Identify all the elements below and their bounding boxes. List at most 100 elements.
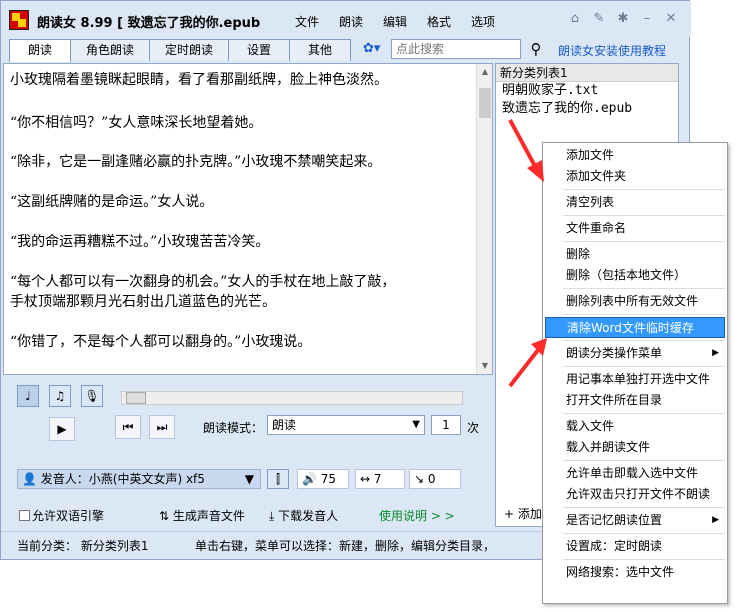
pin-icon[interactable]: ✎ — [591, 11, 607, 27]
context-menu-item[interactable]: 允许双击只打开文件不朗读 — [543, 484, 727, 505]
context-menu-item[interactable]: 删除 — [543, 244, 727, 265]
mode-label: 朗读模式： — [203, 421, 264, 435]
bilingual-checkbox[interactable] — [19, 510, 30, 521]
tab-settings[interactable]: 设置 — [228, 39, 290, 61]
context-menu-item[interactable]: 用记事本单独打开选中文件 — [543, 369, 727, 390]
search-engine-icon[interactable]: ✿▾ — [363, 41, 387, 59]
text-paragraph: “我的命运再糟糕不过。”小玫瑰苦苦冷笑。 — [10, 234, 270, 250]
help-link[interactable]: 使用说明 > > — [379, 507, 455, 524]
menu-separator — [563, 189, 725, 190]
title-bar: 朗读女 8.99 [ 致遗忘了我的你.epub 文件 朗读 编辑 格式 选项 ⌂… — [1, 1, 691, 37]
text-scrollbar[interactable]: ▲ ▼ — [476, 64, 492, 374]
context-menu-item[interactable]: 载入并朗读文件 — [543, 437, 727, 458]
mic-icon[interactable]: 🎙 — [81, 385, 103, 407]
menu-separator — [563, 215, 725, 216]
context-menu-label: 允许单击即载入选中文件 — [566, 466, 699, 480]
context-menu-item[interactable]: 允许单击即载入选中文件 — [543, 463, 727, 484]
context-menu-label: 设置成：定时朗读 — [566, 539, 663, 553]
play-icon[interactable]: ▶ — [49, 417, 75, 441]
scroll-up-icon[interactable]: ▲ — [477, 64, 492, 80]
previous-icon[interactable]: ⏮ — [115, 415, 141, 439]
generate-audio-button[interactable]: ⇅ 生成声音文件 — [159, 507, 245, 524]
repeat-count-input[interactable]: 1 — [431, 415, 461, 435]
context-menu-label: 允许双击只打开文件不朗读 — [566, 487, 711, 501]
speed-icon: ↔ — [360, 472, 374, 486]
playback-controls: ♩ ♫ 🎙 ▶ ⏮ ⏭ 朗读模式： 朗读 ▼ 1 次 👤 发音人：小燕(中英文女声… — [3, 377, 493, 527]
bilingual-label: 允许双语引擎 — [32, 509, 105, 523]
context-menu-item[interactable]: 添加文件 — [543, 145, 727, 166]
minimize-icon[interactable]: – — [639, 11, 655, 27]
speed-field[interactable]: ↔ 7 — [355, 469, 405, 489]
context-menu-item[interactable]: 网络搜索：选中文件 — [543, 562, 727, 583]
list-item[interactable]: 明朝败家子.txt — [496, 82, 678, 100]
list-category-header[interactable]: 新分类列表1 — [496, 64, 678, 82]
pitch-value: 0 — [427, 472, 436, 486]
download-voice-button[interactable]: ⤓ 下载发音人 — [269, 507, 338, 524]
generate-audio-label: 生成声音文件 — [172, 509, 245, 523]
scroll-down-icon[interactable]: ▼ — [477, 358, 492, 374]
context-menu-label: 清空列表 — [566, 195, 615, 209]
bilingual-option[interactable]: 允许双语引擎 — [19, 507, 104, 524]
pitch-field[interactable]: ↘ 0 — [409, 469, 461, 489]
menu-separator — [563, 366, 725, 367]
context-menu-label: 删除（包括本地文件） — [566, 268, 687, 282]
tab-timed-read[interactable]: 定时朗读 — [149, 39, 229, 61]
home-icon[interactable]: ⌂ — [567, 11, 583, 27]
generate-icon: ⇅ — [159, 509, 173, 523]
add-button[interactable]: + 添加 — [504, 505, 542, 522]
text-paragraph: “每个人都可以有一次翻身的机会。”女人的手杖在地上敲了敲， — [10, 274, 396, 290]
volume-value: 75 — [320, 472, 337, 486]
menu-bar: 文件 朗读 编辑 格式 选项 — [285, 13, 505, 30]
download-voice-label: 下载发音人 — [278, 509, 339, 523]
tutorial-link[interactable]: 朗读女安装使用教程 — [558, 42, 666, 59]
list-item[interactable]: 致遗忘了我的你.epub — [496, 100, 678, 118]
app-logo-icon — [9, 10, 29, 30]
context-menu-item[interactable]: 是否记忆朗读位置 ▶ — [543, 510, 727, 531]
context-menu-label: 用记事本单独打开选中文件 — [566, 372, 711, 386]
progress-knob[interactable] — [126, 392, 146, 404]
reading-text-area[interactable]: 小玫瑰隔着墨镜眯起眼睛，看了看那副纸牌，脸上神色淡然。 “你不相信吗？”女人意味… — [3, 63, 493, 375]
menu-separator — [563, 288, 725, 289]
tab-read[interactable]: 朗读 — [9, 39, 71, 62]
mode-select[interactable]: 朗读 ▼ — [267, 415, 425, 435]
context-menu-item[interactable]: 打开文件所在目录 — [543, 390, 727, 411]
settings-icon[interactable]: ✱ — [615, 11, 631, 27]
menu-edit[interactable]: 编辑 — [373, 13, 417, 30]
current-category: 当前分类： 新分类列表1 — [17, 539, 149, 553]
tab-role-read[interactable]: 角色朗读 — [70, 39, 150, 61]
menu-format[interactable]: 格式 — [417, 13, 461, 30]
music-mode-icon[interactable]: ♫ — [49, 385, 71, 407]
next-icon[interactable]: ⏭ — [149, 415, 175, 439]
context-menu-item[interactable]: 添加文件夹 — [543, 166, 727, 187]
progress-slider[interactable] — [121, 391, 463, 405]
mode-value: 朗读 — [272, 418, 297, 432]
search-input[interactable]: 点此搜索 — [391, 39, 521, 59]
context-menu-item[interactable]: 删除列表中所有无效文件 — [543, 291, 727, 312]
scroll-thumb[interactable] — [479, 88, 491, 118]
menu-options[interactable]: 选项 — [461, 13, 505, 30]
voice-value: 发音人：小燕(中英文女声) xf5 — [40, 472, 205, 486]
context-menu-item[interactable]: 朗读分类操作菜单 ▶ — [543, 343, 727, 364]
chevron-right-icon: ▶ — [712, 515, 719, 525]
voice-settings-icon[interactable]: ⫿ — [267, 469, 289, 489]
context-menu-item[interactable]: 载入文件 — [543, 416, 727, 437]
context-menu-item[interactable]: 删除（包括本地文件） — [543, 265, 727, 286]
voice-select[interactable]: 👤 发音人：小燕(中英文女声) xf5 ▼ — [17, 469, 261, 489]
context-menu-item[interactable]: 清除Word文件临时缓存 — [545, 317, 725, 338]
context-menu-item[interactable]: 设置成：定时朗读 — [543, 536, 727, 557]
context-menu: 添加文件 添加文件夹清空列表文件重命名删除删除（包括本地文件） 删除列表中所有无效文… — [542, 142, 728, 604]
volume-field[interactable]: 🔊 75 — [297, 469, 349, 489]
text-paragraph: 小玫瑰隔着墨镜眯起眼睛，看了看那副纸牌，脸上神色淡然。 — [10, 72, 388, 88]
context-menu-label: 清除Word文件临时缓存 — [567, 321, 694, 335]
text-paragraph: 手杖顶端那颗月光石射出几道蓝色的光芒。 — [10, 294, 276, 310]
context-menu-item[interactable]: 清空列表 — [543, 192, 727, 213]
text-mode-icon[interactable]: ♩ — [17, 385, 39, 407]
menu-file[interactable]: 文件 — [285, 13, 329, 30]
search-icon[interactable]: ⚲ — [527, 39, 545, 59]
context-menu-item[interactable]: 文件重命名 — [543, 218, 727, 239]
menu-read[interactable]: 朗读 — [329, 13, 373, 30]
tab-other[interactable]: 其他 — [289, 39, 351, 61]
text-paragraph: “你错了，不是每个人都可以翻身的。”小玫瑰说。 — [10, 334, 312, 350]
close-icon[interactable]: ✕ — [663, 11, 679, 27]
menu-separator — [563, 314, 725, 315]
